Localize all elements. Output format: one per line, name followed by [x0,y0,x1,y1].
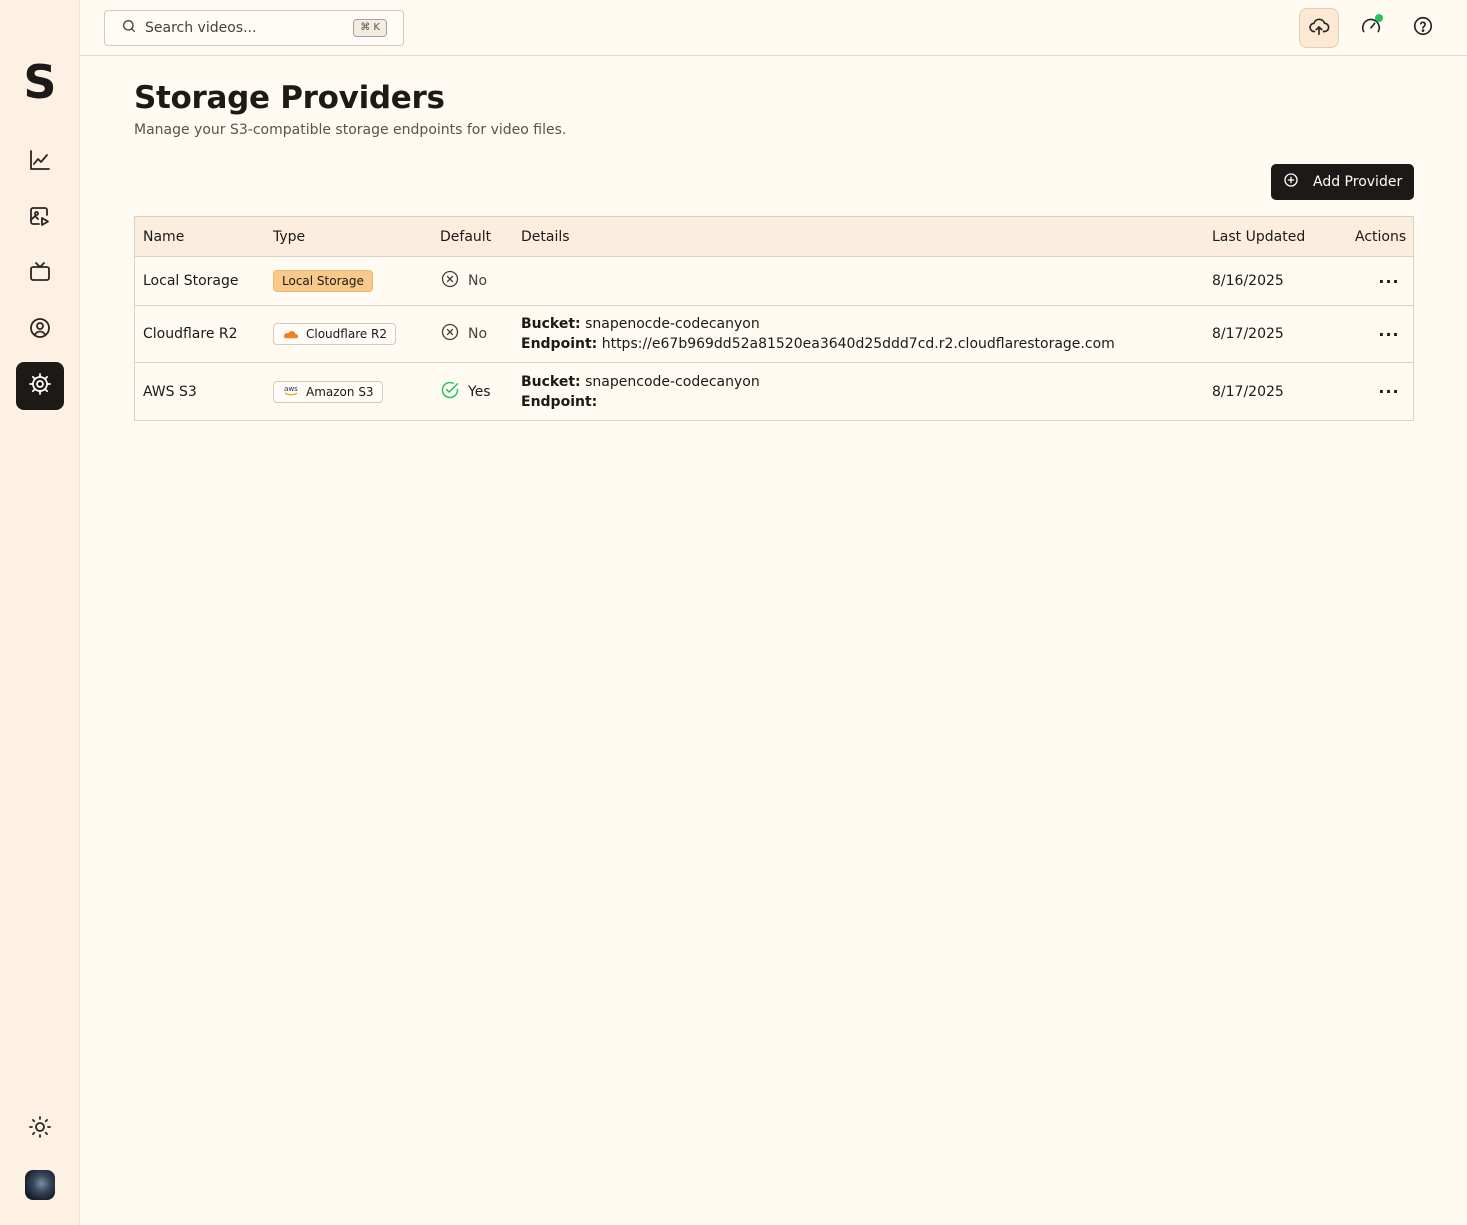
provider-name: AWS S3 [143,383,197,400]
default-label: No [468,273,488,289]
cloudflare-icon [282,328,300,340]
add-provider-label: Add Provider [1313,174,1403,190]
endpoint-label: Endpoint: [521,336,598,352]
bucket-value: snapencode-codecanyon [585,373,760,390]
aws-icon: aws [284,384,298,395]
type-badge: Local Storage [273,270,373,292]
last-updated: 8/16/2025 [1212,273,1284,289]
type-badge-label: Cloudflare R2 [306,327,388,341]
row-actions-button[interactable]: ··· [1375,306,1403,362]
user-circle-icon [28,316,52,344]
provider-name: Local Storage [143,273,239,289]
bucket-label: Bucket: [521,373,581,390]
endpoint-value: https://e67b969dd52a81520ea3640d25ddd7cd… [601,336,1115,352]
tv-icon [28,260,52,288]
type-badge-label: Amazon S3 [306,384,374,399]
help-button[interactable] [1403,8,1443,48]
sidebar: S [0,0,80,1225]
default-label: Yes [468,383,491,400]
search-icon [121,18,137,38]
table-header: Name Type Default Details Last Updated A… [135,217,1413,257]
sidebar-item-account[interactable] [16,306,64,354]
video-library-icon [28,204,52,232]
search-placeholder: Search videos... [145,20,257,36]
sidebar-item-analytics[interactable] [16,138,64,186]
more-horizontal-icon: ··· [1378,271,1400,291]
check-circle-icon [440,380,468,404]
default-status: No [440,269,487,293]
gear-icon [28,372,52,400]
page-subtitle: Manage your S3-compatible storage endpoi… [134,122,567,138]
search-input[interactable]: Search videos... ⌘ K [104,10,404,46]
theme-toggle-button[interactable] [16,1105,64,1153]
status-button[interactable] [1351,8,1391,48]
column-header-default[interactable]: Default [440,217,491,256]
bucket-label: Bucket: [521,316,581,332]
default-label: No [468,326,488,342]
upload-button[interactable] [1299,8,1339,48]
x-circle-icon [440,269,468,293]
column-header-name[interactable]: Name [143,217,184,256]
provider-details: Bucket: snapenocde-codecanyon Endpoint: … [521,306,1115,362]
sidebar-item-channels[interactable] [16,250,64,298]
search-shortcut-badge: ⌘ K [353,19,387,37]
sidebar-item-videos[interactable] [16,194,64,242]
row-actions-button[interactable]: ··· [1375,363,1403,420]
page-title: Storage Providers [134,80,445,116]
providers-table: Name Type Default Details Last Updated A… [134,216,1414,421]
type-badge: Cloudflare R2 [273,323,397,345]
upload-cloud-icon [1308,15,1330,41]
chart-line-icon [28,148,52,176]
row-actions-button[interactable]: ··· [1375,257,1403,305]
last-updated: 8/17/2025 [1212,326,1284,342]
status-indicator [1375,14,1383,22]
default-status: No [440,322,487,346]
app-logo[interactable]: S [22,58,58,106]
x-circle-icon [440,322,468,346]
add-provider-button[interactable]: Add Provider [1271,164,1414,200]
bucket-value: snapenocde-codecanyon [585,316,760,332]
column-header-details[interactable]: Details [521,217,570,256]
sidebar-item-settings[interactable] [16,362,64,410]
sun-icon [28,1115,52,1143]
column-header-actions: Actions [1355,228,1407,245]
table-row: Local Storage Local Storage No 8/16/2025… [135,257,1413,306]
last-updated: 8/17/2025 [1212,383,1284,400]
default-status: Yes [440,380,491,404]
table-row: AWS S3 aws Amazon S3 Yes Bucket: snapenc [135,363,1413,420]
column-header-type[interactable]: Type [273,217,305,256]
more-horizontal-icon: ··· [1378,382,1400,401]
topbar: Search videos... ⌘ K [80,0,1467,56]
provider-details: Bucket: snapencode-codecanyon Endpoint: [521,363,760,420]
avatar[interactable] [25,1170,55,1200]
plus-circle-icon [1283,172,1313,192]
type-badge: aws Amazon S3 [273,380,383,403]
table-row: Cloudflare R2 Cloudflare R2 No Bucket: s… [135,306,1413,363]
more-horizontal-icon: ··· [1378,324,1400,344]
help-circle-icon [1412,15,1434,41]
endpoint-label: Endpoint: [521,393,598,410]
provider-name: Cloudflare R2 [143,326,238,342]
column-header-last-updated[interactable]: Last Updated [1212,217,1305,256]
